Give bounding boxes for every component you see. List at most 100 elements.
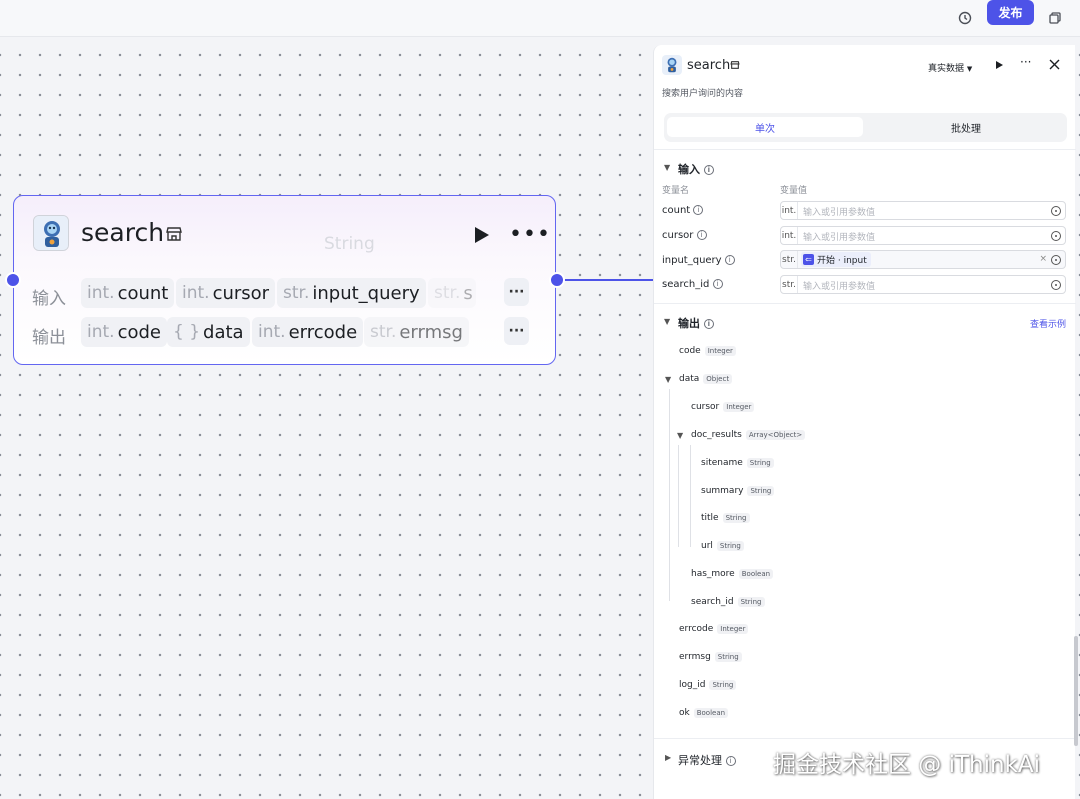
copy-icon[interactable]	[1045, 8, 1065, 28]
pill-type: str.	[283, 283, 310, 303]
pill-name: errcode	[288, 321, 358, 343]
more-icon[interactable]: •••	[509, 222, 551, 247]
variable-reference-icon[interactable]	[1051, 255, 1061, 265]
reference-text: 开始 · input	[817, 256, 867, 266]
variable-reference-icon[interactable]	[1051, 231, 1061, 241]
placeholder-text: 输入或引用参数值	[803, 208, 876, 218]
pill-name: errmsg	[399, 321, 463, 343]
input-name-label: search_id	[662, 279, 710, 290]
data-mode-select[interactable]: 真实数据 ▼	[928, 61, 972, 74]
chevron-down-icon[interactable]: ▼	[677, 431, 683, 440]
panel-title: search	[687, 58, 731, 73]
chevron-down-icon[interactable]: ▼	[664, 317, 670, 326]
chevron-down-icon[interactable]: ▼	[665, 375, 671, 384]
output-field: errcode Integer	[679, 624, 749, 634]
node-output-pill: str. errmsg	[364, 317, 469, 347]
pill-type: int.	[258, 322, 286, 342]
input-more-button[interactable]: ···	[504, 278, 529, 306]
field-name: errmsg	[679, 652, 711, 662]
field-type-tag: String	[716, 541, 744, 551]
chevron-down-icon[interactable]: ▼	[664, 163, 670, 172]
clear-icon[interactable]: ×	[1039, 254, 1047, 264]
output-more-button[interactable]: ···	[504, 317, 529, 345]
tree-guide-line	[669, 389, 670, 601]
field-type-tag: String	[737, 597, 765, 607]
robot-avatar-icon	[662, 55, 682, 75]
node-output-pill: int. errcode	[252, 317, 364, 347]
field-name: code	[679, 346, 701, 356]
output-section-label: 输出	[678, 317, 700, 330]
tab-single[interactable]: 单次	[667, 117, 863, 137]
more-icon[interactable]: ···	[1020, 55, 1031, 69]
field-name: errcode	[679, 624, 714, 634]
exception-section-title[interactable]: 异常处理 i	[678, 752, 736, 768]
field-type-tag: String	[709, 680, 737, 690]
divider	[654, 303, 1076, 304]
output-field: search_id String	[691, 597, 765, 607]
output-field: doc_results Array<Object>	[691, 430, 806, 440]
output-field: errmsg String	[679, 652, 742, 662]
mode-tabs: 单次 批处理	[664, 113, 1067, 142]
variable-reference-icon[interactable]	[1051, 206, 1061, 216]
field-type-tag: Boolean	[693, 708, 729, 718]
output-field: data Object	[679, 374, 733, 384]
input-row-name: search_id i	[662, 279, 723, 290]
tab-batch[interactable]: 批处理	[868, 117, 1064, 137]
col-value-header: 变量值	[780, 186, 808, 196]
input-section-label: 输入	[678, 163, 700, 176]
field-name: doc_results	[691, 430, 742, 440]
run-icon[interactable]	[994, 60, 1004, 70]
cursor-value-input[interactable]: int. 输入或引用参数值	[780, 226, 1066, 245]
output-field: cursor Integer	[691, 402, 755, 412]
reference-chip[interactable]: ⇐ 开始 · input	[801, 252, 871, 267]
output-field: url String	[701, 541, 744, 551]
field-type-tag: Integer	[717, 624, 749, 634]
view-example-link[interactable]: 查看示例	[1030, 317, 1066, 330]
field-type-tag: Object	[703, 374, 733, 384]
node-input-port[interactable]	[5, 272, 21, 288]
input-name-label: count	[662, 205, 691, 216]
variable-reference-icon[interactable]	[1051, 280, 1061, 290]
type-label: int.	[781, 227, 798, 244]
tree-guide-line	[690, 445, 691, 547]
node-output-port[interactable]	[549, 272, 565, 288]
input-name-label: input_query	[662, 255, 722, 266]
pill-name: input_query	[312, 282, 420, 304]
close-icon[interactable]	[1049, 59, 1060, 70]
field-name: url	[701, 541, 713, 551]
store-icon	[730, 61, 740, 69]
tree-guide-line	[678, 445, 679, 547]
field-name: data	[679, 374, 700, 384]
input-row-name: cursor i	[662, 230, 707, 241]
input-row-name: count i	[662, 205, 704, 216]
pill-name: count	[117, 282, 169, 304]
search-plugin-node[interactable]: search String ••• 输入 int. count int. cur…	[13, 195, 556, 365]
field-type-tag: Integer	[704, 346, 736, 356]
field-name: has_more	[691, 569, 735, 579]
panel-scrollbar[interactable]	[1074, 636, 1078, 746]
pill-type: int.	[182, 283, 210, 303]
run-icon[interactable]	[470, 224, 492, 246]
input-name-label: cursor	[662, 230, 694, 241]
divider	[654, 738, 1076, 739]
chevron-right-icon[interactable]: ▶	[665, 753, 671, 762]
search-id-value-input[interactable]: str. 输入或引用参数值	[780, 275, 1066, 294]
publish-button[interactable]: 发布	[987, 0, 1034, 25]
node-test-panel: search 真实数据 ▼ ··· 搜索用户询问的内容 单次 批处理 ▼ 输入 …	[653, 45, 1076, 799]
node-input-pill: int. cursor	[176, 278, 276, 308]
exception-section-label: 异常处理	[678, 754, 722, 767]
info-icon: i	[703, 319, 714, 329]
count-value-input[interactable]: int. 输入或引用参数值	[780, 201, 1066, 220]
divider	[654, 149, 1076, 150]
info-icon: i	[703, 165, 714, 175]
input-section-title[interactable]: 输入 i	[678, 161, 714, 177]
info-icon: i	[724, 255, 735, 265]
watermark: 掘金技术社区 @ iThinkAi	[773, 752, 1041, 778]
placeholder-text: 输入或引用参数值	[803, 282, 876, 292]
connection-edge	[564, 279, 653, 281]
output-section-title[interactable]: 输出 i	[678, 315, 714, 331]
field-name: search_id	[691, 597, 734, 607]
node-output-pill: int. code	[81, 317, 167, 347]
history-icon[interactable]	[955, 8, 975, 28]
input-query-value-input[interactable]: str. ⇐ 开始 · input ×	[780, 250, 1066, 269]
